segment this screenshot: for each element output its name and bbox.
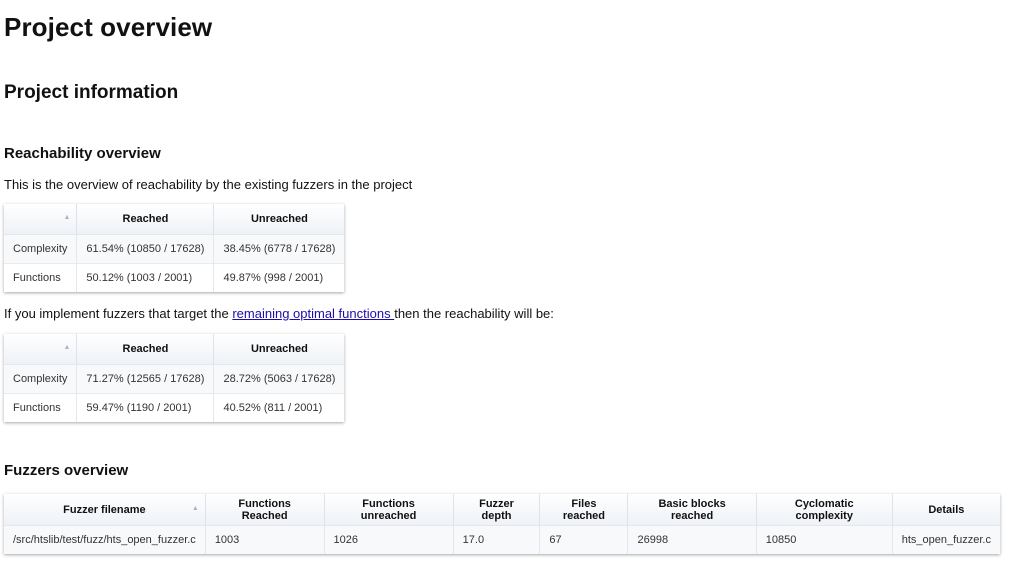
column-header-basic-blocks-reached[interactable]: Basic blocks reached xyxy=(627,494,757,526)
basic-blocks-reached-cell: 26998 xyxy=(627,525,757,554)
table-row: Complexity 61.54% (10850 / 17628) 38.45%… xyxy=(4,234,345,264)
unreached-cell: 49.87% (998 / 2001) xyxy=(213,263,345,292)
fuzzers-table: Fuzzer filename ▲ Functions Reached Func… xyxy=(4,494,1000,554)
optimal-sentence-before: If you implement fuzzers that target the xyxy=(4,306,233,321)
column-header-reached[interactable]: Reached xyxy=(76,334,215,365)
fuzzer-depth-cell: 17.0 xyxy=(453,525,541,554)
cyclomatic-complexity-cell: 10850 xyxy=(756,525,893,554)
page-title: Project overview xyxy=(4,12,213,42)
column-header-label[interactable]: ▲ xyxy=(4,204,78,235)
sort-ascending-icon: ▲ xyxy=(63,214,71,221)
row-label: Complexity xyxy=(4,364,78,394)
row-label: Complexity xyxy=(4,234,78,264)
table-row: Functions 59.47% (1190 / 2001) 40.52% (8… xyxy=(4,393,345,422)
column-header-functions-unreached[interactable]: Functions unreached xyxy=(324,494,454,526)
details-cell[interactable]: hts_open_fuzzer.c xyxy=(892,525,1000,554)
column-header-label[interactable]: ▲ xyxy=(4,334,78,365)
row-label: Functions xyxy=(4,393,78,422)
table-row: /src/htslib/test/fuzz/hts_open_fuzzer.c … xyxy=(4,525,1000,554)
files-reached-cell: 67 xyxy=(539,525,629,554)
remaining-optimal-functions-link[interactable]: remaining optimal functions xyxy=(232,306,394,321)
table-row: Complexity 71.27% (12565 / 17628) 28.72%… xyxy=(4,364,345,394)
column-header-unreached[interactable]: Unreached xyxy=(213,334,345,365)
reached-cell: 71.27% (12565 / 17628) xyxy=(76,364,215,394)
column-header-reached[interactable]: Reached xyxy=(76,204,215,235)
column-header-fuzzer-filename[interactable]: Fuzzer filename ▲ xyxy=(4,494,206,526)
column-header-fuzzer-depth[interactable]: Fuzzer depth xyxy=(453,494,541,526)
functions-unreached-cell: 1026 xyxy=(324,525,454,554)
column-header-details[interactable]: Details xyxy=(892,494,1000,526)
unreached-cell: 40.52% (811 / 2001) xyxy=(213,393,345,422)
functions-reached-cell: 1003 xyxy=(205,525,325,554)
row-label: Functions xyxy=(4,263,78,292)
reachability-intro: This is the overview of reachability by … xyxy=(4,177,413,192)
reachability-table-current: ▲ Reached Unreached Complexity 61.54% (1… xyxy=(4,204,345,292)
column-header-functions-reached[interactable]: Functions Reached xyxy=(205,494,325,526)
section-title: Project information xyxy=(4,82,179,103)
table-row: Functions 50.12% (1003 / 2001) 49.87% (9… xyxy=(4,263,345,292)
reached-cell: 59.47% (1190 / 2001) xyxy=(76,393,215,422)
reached-cell: 61.54% (10850 / 17628) xyxy=(76,234,215,264)
column-header-cyclomatic-complexity[interactable]: Cyclomatic complexity xyxy=(756,494,893,526)
optimal-sentence-after: then the reachability will be: xyxy=(394,306,554,321)
reachability-table-optimal: ▲ Reached Unreached Complexity 71.27% (1… xyxy=(4,334,345,422)
reachability-heading: Reachability overview xyxy=(4,145,161,162)
unreached-cell: 28.72% (5063 / 17628) xyxy=(213,364,345,394)
sort-ascending-icon: ▲ xyxy=(63,344,71,351)
sort-ascending-icon: ▲ xyxy=(191,504,199,512)
fuzzers-heading: Fuzzers overview xyxy=(4,462,129,479)
column-header-files-reached[interactable]: Files reached xyxy=(539,494,629,526)
fuzzer-filename-cell: /src/htslib/test/fuzz/hts_open_fuzzer.c xyxy=(4,525,206,554)
unreached-cell: 38.45% (6778 / 17628) xyxy=(213,234,345,264)
optimal-sentence: If you implement fuzzers that target the… xyxy=(4,306,554,321)
reached-cell: 50.12% (1003 / 2001) xyxy=(76,263,215,292)
column-header-unreached[interactable]: Unreached xyxy=(213,204,345,235)
